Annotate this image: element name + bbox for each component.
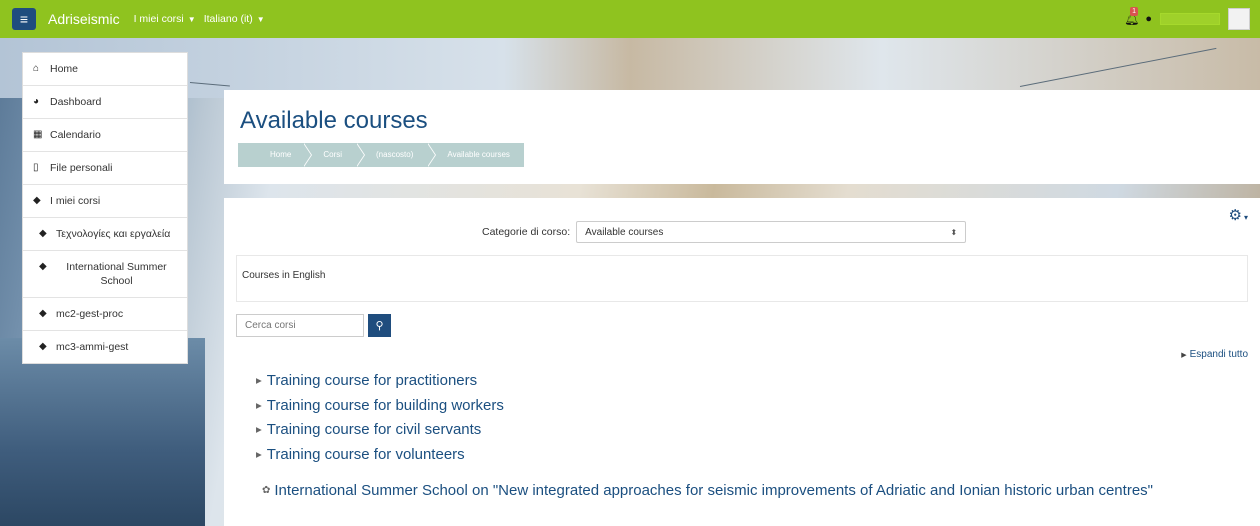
- sidebar-item-dashboard[interactable]: ◕ Dashboard: [23, 86, 187, 119]
- sidebar-item-label: I miei corsi: [50, 195, 101, 207]
- sidebar-item-course[interactable]: ◆ mc3-ammi-gest: [23, 331, 187, 363]
- category-description: Courses in English: [236, 255, 1248, 302]
- page-title: Available courses: [240, 107, 428, 134]
- breadcrumb-item[interactable]: (nascosto): [356, 143, 437, 167]
- menu-toggle-button[interactable]: ≡: [12, 8, 36, 30]
- site-brand[interactable]: Adriseismic: [48, 11, 120, 27]
- subcategory-link[interactable]: Training course for volunteers: [267, 443, 465, 468]
- subcategory-item[interactable]: ▶ Training course for volunteers: [256, 443, 1236, 468]
- search-input[interactable]: [236, 314, 364, 337]
- breadcrumb-item[interactable]: Available courses: [427, 143, 524, 167]
- caret-right-icon: ▶: [256, 376, 262, 385]
- language-label: Italiano (it): [203, 13, 253, 25]
- subcategory-link[interactable]: Training course for practitioners: [267, 369, 477, 394]
- sidebar-item-label: Τεχνολογίες και εργαλεία: [56, 228, 171, 240]
- graduation-cap-icon: ◆: [39, 341, 47, 352]
- subcategory-list: ▶ Training course for practitioners ▶ Tr…: [256, 369, 1236, 467]
- search-button[interactable]: ⚲: [368, 314, 391, 337]
- avatar[interactable]: [1228, 8, 1250, 30]
- graduation-cap-icon: ◆: [39, 308, 47, 319]
- notification-badge: 1: [1130, 7, 1139, 16]
- sidebar-item-course[interactable]: ◆ mc2-gest-proc: [23, 298, 187, 331]
- home-icon: ⌂: [33, 63, 40, 74]
- background-sky: [0, 38, 1260, 98]
- sidebar-item-label: File personali: [50, 162, 113, 174]
- course-list-item: ✿ International Summer School on "New in…: [262, 480, 1202, 501]
- main-region: ⚙ ▾ Categorie di corso: Available courses…: [224, 198, 1260, 526]
- caret-down-icon: ▾: [1243, 213, 1248, 222]
- expand-all-label: Espandi tutto: [1189, 349, 1248, 360]
- sidebar-item-label: mc3-ammi-gest: [56, 341, 129, 353]
- category-selector-row: Categorie di corso: Available courses ⬍: [482, 221, 967, 243]
- sidebar-item-label: mc2-gest-proc: [56, 308, 124, 320]
- notifications-button[interactable]: 🔔︎ 1: [1124, 7, 1139, 26]
- caret-down-icon: ▼: [256, 14, 265, 24]
- sidebar-item-course[interactable]: ◆ International Summer School: [23, 251, 187, 298]
- breadcrumb: Home Corsi (nascosto) Available courses: [238, 143, 524, 167]
- sidebar-item-label: Calendario: [50, 129, 101, 141]
- search-icon: ⚲: [375, 320, 384, 332]
- background-antenna-area: [0, 338, 205, 526]
- subcategory-link[interactable]: Training course for civil servants: [267, 418, 482, 443]
- caret-right-icon: ▶: [1181, 352, 1187, 359]
- expand-all-link[interactable]: ▶ Espandi tutto: [1181, 349, 1248, 360]
- sidebar-item-label: Dashboard: [50, 96, 102, 108]
- file-icon: ▯: [33, 162, 39, 173]
- user-menu-button[interactable]: [1160, 13, 1220, 25]
- course-link[interactable]: International Summer School on "New inte…: [274, 480, 1153, 501]
- subcategory-item[interactable]: ▶ Training course for building workers: [256, 394, 1236, 419]
- messages-button[interactable]: ●: [1145, 13, 1152, 25]
- category-select-value: Available courses: [585, 226, 664, 238]
- subcategory-item[interactable]: ▶ Training course for civil servants: [256, 418, 1236, 443]
- sidebar-item-label: International Summer School: [66, 261, 167, 287]
- language-menu[interactable]: Italiano (it) ▼: [204, 13, 265, 25]
- settings-menu-button[interactable]: ⚙ ▾: [1229, 206, 1248, 224]
- course-search-form: ⚲: [236, 314, 391, 337]
- course-info-icon: ✿: [262, 485, 271, 496]
- my-courses-menu[interactable]: I miei corsi ▼: [134, 13, 196, 25]
- sidebar-item-calendar[interactable]: ▦ Calendario: [23, 119, 187, 152]
- category-select[interactable]: Available courses ⬍: [576, 221, 967, 243]
- caret-right-icon: ▶: [256, 400, 262, 410]
- subcategory-item[interactable]: ▶ Training course for practitioners: [256, 369, 1236, 394]
- page-header: Available courses Home Corsi (nascosto) …: [224, 90, 1260, 184]
- gear-icon: ⚙: [1228, 207, 1242, 224]
- sidebar-item-private-files[interactable]: ▯ File personali: [23, 152, 187, 185]
- breadcrumb-item[interactable]: Home: [238, 143, 313, 167]
- sidebar-item-home[interactable]: ⌂ Home: [23, 53, 187, 86]
- subcategory-link[interactable]: Training course for building workers: [267, 394, 504, 419]
- graduation-cap-icon: ◆: [39, 228, 47, 239]
- navbar-right: 🔔︎ 1 ●: [1124, 0, 1250, 38]
- nav-drawer: ⌂ Home ◕ Dashboard ▦ Calendario ▯ File p…: [22, 52, 188, 364]
- sidebar-item-my-courses[interactable]: ◆ I miei corsi: [23, 185, 187, 218]
- caret-right-icon: ▶: [256, 425, 262, 434]
- calendar-icon: ▦: [33, 129, 43, 140]
- graduation-cap-icon: ◆: [39, 261, 47, 272]
- hamburger-icon: ≡: [19, 11, 29, 27]
- top-navbar: ≡ Adriseismic I miei corsi ▼ Italiano (i…: [0, 0, 1260, 38]
- caret-down-icon: ▼: [187, 14, 196, 24]
- dashboard-icon: ◕: [33, 96, 40, 107]
- graduation-cap-icon: ◆: [33, 195, 41, 206]
- category-label: Categorie di corso:: [482, 226, 571, 238]
- caret-right-icon: ▶: [256, 449, 262, 459]
- sidebar-item-course[interactable]: ◆ Τεχνολογίες και εργαλεία: [23, 218, 187, 251]
- sidebar-item-label: Home: [50, 63, 79, 75]
- select-arrows-icon: ⬍: [950, 227, 958, 237]
- my-courses-label: I miei corsi: [133, 13, 184, 25]
- chat-icon: ●: [1145, 13, 1152, 25]
